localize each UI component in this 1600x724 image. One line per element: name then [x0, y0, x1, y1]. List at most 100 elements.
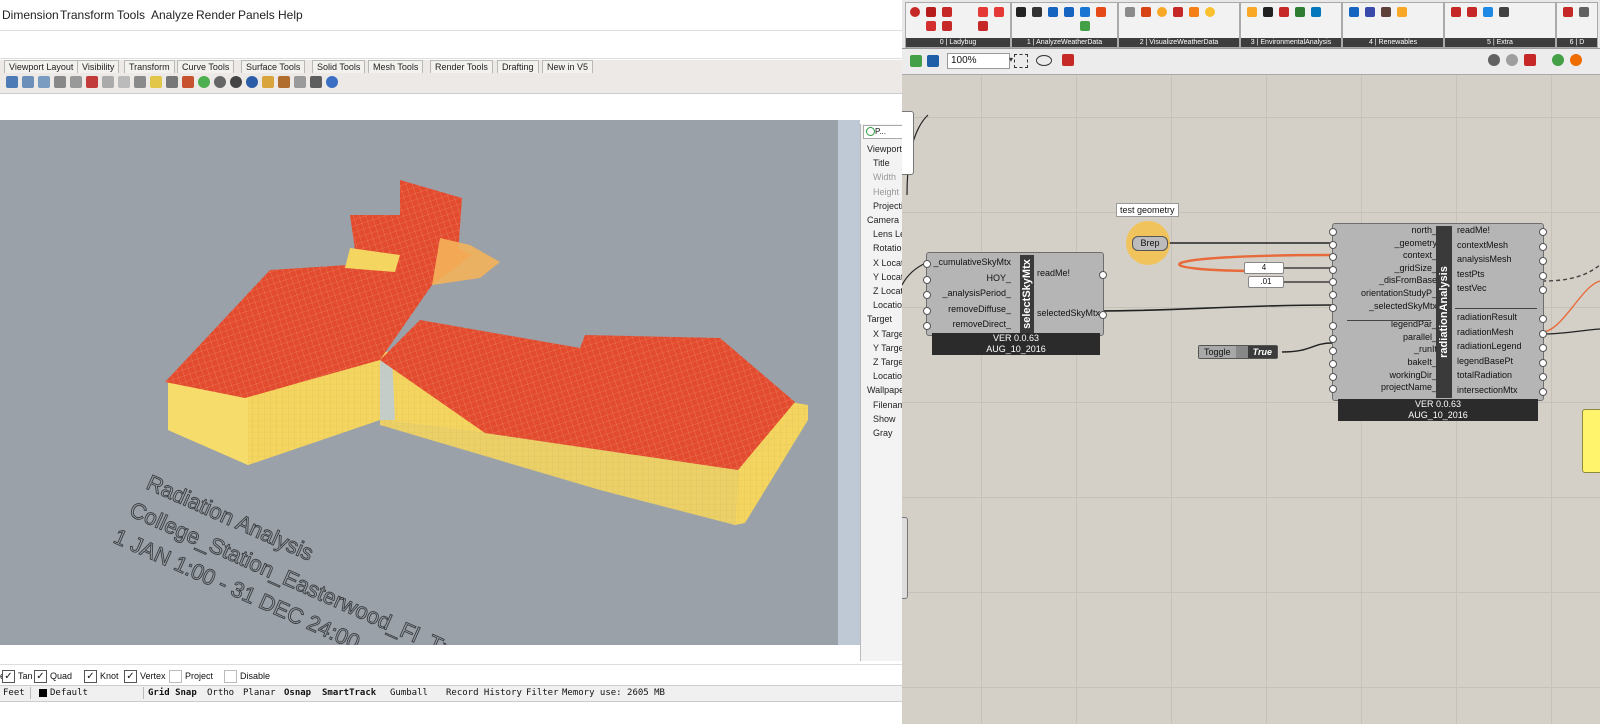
- tab-new-in-v5[interactable]: New in V5: [542, 60, 594, 73]
- input-port-removedirect[interactable]: [923, 322, 931, 330]
- input-port-disfrombase[interactable]: [1329, 278, 1337, 287]
- rotate-view-icon[interactable]: [118, 76, 130, 88]
- extra-icon-3[interactable]: [1483, 7, 1493, 17]
- ribbon-group-renewables[interactable]: 4 | Renewables: [1342, 2, 1444, 48]
- lock-solver-icon[interactable]: [1570, 54, 1582, 66]
- wireframe-preview-icon[interactable]: [1488, 54, 1500, 66]
- render-icon[interactable]: [230, 76, 242, 88]
- input-port-selectedskymtx[interactable]: [1329, 303, 1337, 312]
- i-love-ny-icon[interactable]: [978, 7, 988, 17]
- chart-icon[interactable]: [1125, 7, 1135, 17]
- osnap-checkbox-project[interactable]: [169, 670, 182, 683]
- grid-snap-toggle[interactable]: Grid Snap: [148, 688, 197, 698]
- thermal-icon[interactable]: [1096, 7, 1106, 17]
- input-port-cumulativeskymtx[interactable]: [923, 260, 931, 268]
- d-icon-1[interactable]: [1563, 7, 1573, 17]
- ix-ny-icon[interactable]: [978, 21, 988, 31]
- sunlight-icon[interactable]: [1247, 7, 1257, 17]
- osnap-checkbox-disable[interactable]: [224, 670, 237, 683]
- input-port-hoy[interactable]: [923, 275, 931, 284]
- output-port-selectedskymtx[interactable]: [1099, 311, 1107, 319]
- extra-icon-1[interactable]: [1451, 7, 1461, 17]
- tab-curve-tools[interactable]: Curve Tools: [177, 60, 235, 73]
- undo-view-icon[interactable]: [54, 76, 66, 88]
- shading-icon[interactable]: [1263, 7, 1273, 17]
- menu-render[interactable]: Render: [196, 8, 235, 22]
- gumball-toggle[interactable]: Gumball: [390, 688, 428, 698]
- output-port-legendbasept[interactable]: [1539, 358, 1547, 367]
- input-port-orientationstudyp[interactable]: [1329, 291, 1337, 299]
- input-port-gridsize[interactable]: [1329, 265, 1337, 274]
- menu-transform[interactable]: Transform: [60, 8, 114, 22]
- output-port-contextmesh[interactable]: [1539, 242, 1547, 251]
- radiation-icon[interactable]: [1295, 7, 1305, 17]
- input-port-parallel[interactable]: [1329, 334, 1337, 343]
- lock-icon[interactable]: [166, 76, 178, 88]
- sun-icon[interactable]: [1157, 7, 1167, 17]
- output-port-testpts[interactable]: [1539, 271, 1547, 280]
- tab-render-tools[interactable]: Render Tools: [430, 60, 493, 73]
- input-port-geometry[interactable]: [1329, 240, 1337, 249]
- light-bulb-icon[interactable]: [150, 76, 162, 88]
- tab-viewport-layout[interactable]: Viewport Layout: [4, 60, 79, 73]
- offscreen-component-2[interactable]: [902, 517, 908, 599]
- smarttrack-toggle[interactable]: SmartTrack: [322, 688, 376, 698]
- output-port-readme[interactable]: [1099, 271, 1107, 279]
- osnap-checkbox-tan[interactable]: ✓: [2, 670, 15, 683]
- render-sphere-icon[interactable]: [214, 76, 226, 88]
- color-wheel-icon[interactable]: [198, 76, 210, 88]
- extra-icon-2[interactable]: [1467, 7, 1477, 17]
- grid-size-slider[interactable]: 4: [1244, 262, 1284, 274]
- windrose-icon[interactable]: [1173, 7, 1183, 17]
- cplane-icon[interactable]: [102, 76, 114, 88]
- input-port-north[interactable]: [1329, 228, 1337, 236]
- osnap-label-project[interactable]: Project: [185, 671, 213, 681]
- ribbon-group-visualize[interactable]: 2 | VisualizeWeatherData: [1118, 2, 1240, 48]
- input-port-analysisperiod[interactable]: [923, 291, 931, 299]
- tab-mesh-tools[interactable]: Mesh Tools: [368, 60, 424, 73]
- grid-icon[interactable]: [70, 76, 82, 88]
- osnap-checkbox-vertex[interactable]: ✓: [124, 670, 137, 683]
- menu-tools[interactable]: Tools: [117, 8, 145, 22]
- tab-solid-tools[interactable]: Solid Tools: [312, 60, 366, 73]
- tab-visibility[interactable]: Visibility: [77, 60, 120, 73]
- preview-eye-icon[interactable]: [1036, 55, 1052, 66]
- osnap-checkbox-knot[interactable]: ✓: [84, 670, 97, 683]
- ribbon-group-d[interactable]: 6 | D: [1556, 2, 1598, 48]
- help-icon[interactable]: [326, 76, 338, 88]
- car-icon[interactable]: [86, 76, 98, 88]
- ortho-toggle[interactable]: Ortho: [207, 688, 234, 698]
- output-port-radiationresult[interactable]: [1539, 315, 1547, 323]
- b2-icon[interactable]: [1032, 7, 1042, 17]
- zoom-window-icon[interactable]: [22, 76, 34, 88]
- material-sphere-icon[interactable]: [246, 76, 258, 88]
- toggle-value[interactable]: True: [1247, 346, 1277, 358]
- zoom-icon[interactable]: [38, 76, 50, 88]
- human-icon[interactable]: [1064, 7, 1074, 17]
- ny-icon[interactable]: [994, 7, 1004, 17]
- tab-transform[interactable]: Transform: [124, 60, 175, 73]
- tab-drafting[interactable]: Drafting: [497, 60, 539, 73]
- shaded-preview-icon[interactable]: [1506, 54, 1518, 66]
- radiation-analysis-component[interactable]: north_ _geometry context_ _gridSize_ _disFro…: [1329, 223, 1547, 401]
- dist-from-base-slider[interactable]: .01: [1248, 276, 1284, 288]
- grasshopper-canvas[interactable]: _cumulativeSkyMtx HOY_ _analysisPeriod_ rem…: [902, 75, 1600, 724]
- view-analysis-icon[interactable]: [1279, 7, 1289, 17]
- input-port-projectname[interactable]: [1329, 385, 1337, 394]
- offscreen-component[interactable]: [902, 111, 914, 175]
- input-port-legendpar[interactable]: [1329, 322, 1337, 331]
- oib-icon[interactable]: [1016, 7, 1026, 17]
- open-file-icon[interactable]: [910, 55, 922, 67]
- pv-panel-icon[interactable]: [1381, 7, 1391, 17]
- solar-icon[interactable]: [1397, 7, 1407, 17]
- ribbon-group-environmental[interactable]: 3 | EnvironmentalAnalysis: [1240, 2, 1342, 48]
- ribbon-group-ladybug[interactable]: 0 | Ladybug: [905, 2, 1011, 48]
- open-stat-icon[interactable]: [942, 21, 952, 31]
- ladybug-icon[interactable]: [910, 7, 920, 17]
- menu-dimension[interactable]: Dimension: [2, 8, 59, 22]
- d-icon-2[interactable]: [1579, 7, 1589, 17]
- input-port-bakeit[interactable]: [1329, 360, 1337, 368]
- layer-label[interactable]: Default: [50, 688, 88, 698]
- open-weather-icon[interactable]: [926, 21, 936, 31]
- comfort-icon[interactable]: [1080, 7, 1090, 17]
